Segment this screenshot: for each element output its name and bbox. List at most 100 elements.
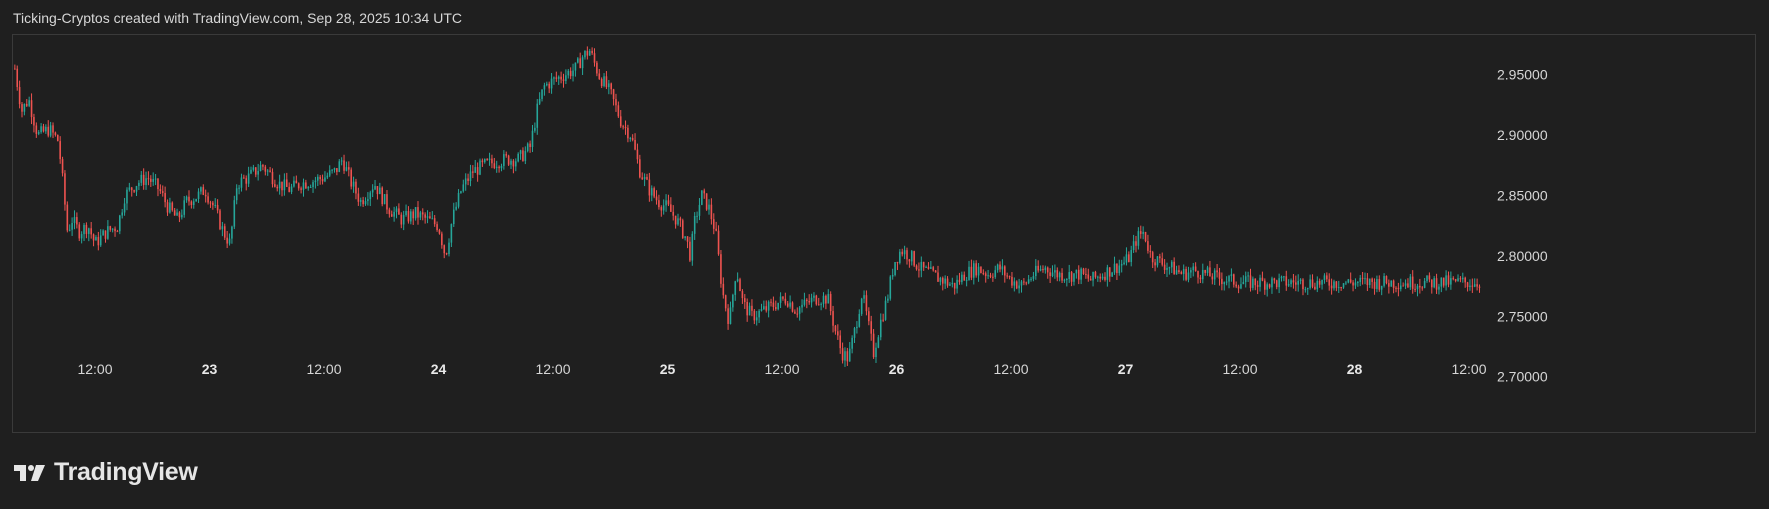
candle-body — [970, 266, 973, 278]
candle-body — [457, 192, 460, 207]
candle-body — [1240, 284, 1242, 289]
candle-body — [1054, 270, 1056, 273]
candles-group — [14, 46, 1481, 367]
candle-body — [231, 226, 233, 239]
candle-body — [579, 58, 581, 69]
candle-body — [369, 192, 372, 200]
candle-body — [1023, 281, 1025, 283]
candle-body — [204, 194, 207, 197]
candle-body — [710, 204, 713, 220]
candle-body — [85, 224, 88, 234]
candle-body — [1066, 279, 1068, 281]
candle-body — [42, 126, 45, 132]
candle-body — [941, 277, 944, 284]
candle-body — [636, 149, 639, 160]
candle-body — [1030, 278, 1032, 280]
candle-body — [1175, 270, 1178, 275]
candle-body — [1249, 275, 1252, 288]
candle-body — [953, 282, 956, 289]
candle-body — [312, 182, 314, 188]
candle-body — [853, 328, 856, 338]
x-axis-tick-label: 12:00 — [764, 361, 799, 377]
candle-body — [965, 280, 968, 282]
candle-body — [340, 160, 343, 162]
tradingview-logo-icon — [14, 464, 45, 481]
candle-body — [21, 104, 23, 112]
candle-body — [295, 180, 298, 184]
candle-body — [185, 196, 188, 201]
candle-body — [111, 228, 114, 230]
candle-body — [388, 209, 391, 215]
candle-body — [331, 169, 333, 171]
candle-body — [794, 311, 796, 314]
candle-body — [486, 159, 488, 161]
candle-body — [1256, 285, 1259, 287]
candle-body — [1128, 254, 1130, 262]
candle-body — [605, 76, 608, 88]
candle-body — [1042, 269, 1044, 271]
candle-body — [841, 348, 844, 361]
candle-body — [588, 50, 591, 56]
candle-body — [1402, 285, 1404, 287]
candle-body — [1204, 269, 1206, 273]
candle-body — [949, 284, 951, 286]
candle-body — [235, 188, 238, 201]
candle-body — [130, 187, 133, 191]
candle-body — [1068, 272, 1071, 280]
tradingview-brand[interactable]: TradingView — [14, 458, 198, 487]
candle-body — [1080, 268, 1082, 280]
candle-body — [591, 50, 593, 54]
candle-body — [436, 224, 438, 231]
candle-body — [894, 262, 896, 276]
candle-body — [348, 167, 350, 170]
price-chart[interactable]: 2.95000 2.90000 2.85000 2.80000 2.75000 2.700… — [0, 0, 1769, 509]
candle-body — [1013, 281, 1016, 286]
candle-body — [393, 211, 395, 217]
candle-body — [1442, 277, 1445, 286]
candle-body — [734, 281, 737, 295]
candle-body — [1218, 272, 1221, 279]
candle-body — [1247, 275, 1249, 277]
candle-body — [1213, 270, 1216, 280]
candle-body — [992, 276, 994, 278]
candle-body — [1020, 281, 1023, 286]
candle-body — [722, 283, 725, 296]
candle-body — [18, 87, 21, 105]
candle-body — [1423, 280, 1426, 288]
candle-body — [650, 188, 653, 196]
candle-body — [364, 201, 367, 205]
candle-body — [402, 215, 405, 225]
candle-body — [1235, 284, 1237, 287]
candle-body — [1478, 286, 1481, 288]
candle-body — [469, 171, 472, 181]
candle-body — [247, 173, 250, 184]
candle-body — [1180, 272, 1183, 274]
candle-body — [78, 224, 81, 239]
candle-body — [135, 186, 138, 192]
x-axis-tick-label: 12:00 — [1222, 361, 1257, 377]
candle-body — [1037, 265, 1039, 271]
candle-body — [467, 178, 469, 181]
candle-body — [1077, 269, 1080, 280]
candle-body — [1275, 280, 1278, 288]
candle-body — [1295, 282, 1297, 285]
candle-body — [128, 187, 131, 190]
candle-body — [1419, 285, 1421, 288]
candle-body — [1011, 276, 1013, 286]
candle-body — [918, 269, 920, 271]
candle-body — [822, 295, 825, 304]
candle-body — [371, 189, 374, 193]
candle-body — [1192, 266, 1195, 271]
candle-body — [653, 188, 655, 197]
candle-body — [271, 171, 274, 185]
candle-body — [743, 298, 746, 302]
candle-body — [250, 169, 252, 174]
candle-body — [1445, 275, 1447, 286]
candle-body — [879, 319, 882, 338]
candle-body — [565, 75, 567, 81]
candle-body — [1271, 278, 1273, 288]
candle-body — [760, 309, 763, 311]
candle-body — [1173, 261, 1175, 275]
candle-body — [691, 233, 694, 261]
candle-body — [634, 139, 636, 150]
